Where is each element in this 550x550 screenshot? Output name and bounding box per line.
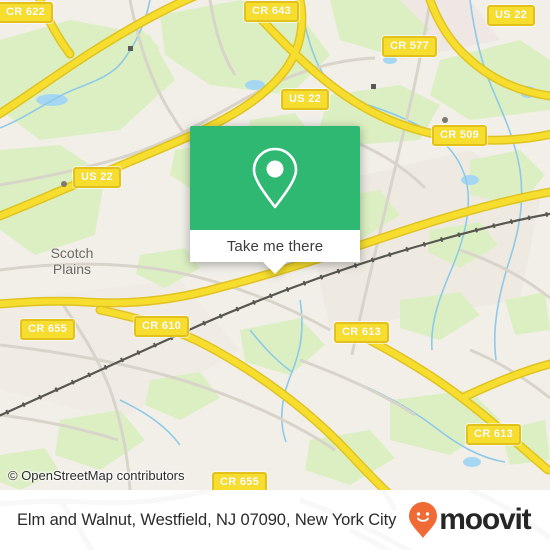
popup-image-area bbox=[190, 126, 360, 230]
popup-tail bbox=[263, 262, 287, 274]
road-shield: CR 655 bbox=[20, 319, 76, 340]
location-address: Elm and Walnut, Westfield, NJ 07090, New… bbox=[17, 510, 397, 529]
popup-footer: Take me there bbox=[190, 230, 360, 274]
location-popup-card[interactable]: Take me there bbox=[190, 126, 360, 274]
moovit-smiley-pin-icon bbox=[409, 502, 438, 538]
moovit-wordmark: moovit bbox=[439, 503, 531, 536]
map-canvas[interactable]: Scotch Plains CR 622 CR 643 US 22 CR 577… bbox=[0, 0, 550, 490]
moovit-logo[interactable]: moovit bbox=[408, 501, 532, 539]
road-shield: CR 613 bbox=[334, 322, 390, 343]
road-shield: US 22 bbox=[73, 167, 122, 188]
road-shield: US 22 bbox=[281, 89, 330, 110]
footer-bar: Elm and Walnut, Westfield, NJ 07090, New… bbox=[0, 490, 550, 550]
road-shield: US 22 bbox=[487, 5, 536, 26]
road-shield: CR 622 bbox=[0, 2, 54, 23]
road-shield: CR 643 bbox=[244, 1, 300, 22]
osm-attribution[interactable]: © OpenStreetMap contributors bbox=[8, 468, 185, 483]
road-shield: CR 577 bbox=[382, 36, 438, 57]
road-shield: CR 655 bbox=[212, 472, 268, 490]
road-shield: CR 613 bbox=[466, 424, 522, 445]
take-me-there-button[interactable]: Take me there bbox=[227, 238, 323, 255]
road-shield: CR 509 bbox=[432, 125, 488, 146]
map-pin-icon bbox=[252, 147, 298, 209]
road-shield: CR 610 bbox=[134, 316, 190, 337]
